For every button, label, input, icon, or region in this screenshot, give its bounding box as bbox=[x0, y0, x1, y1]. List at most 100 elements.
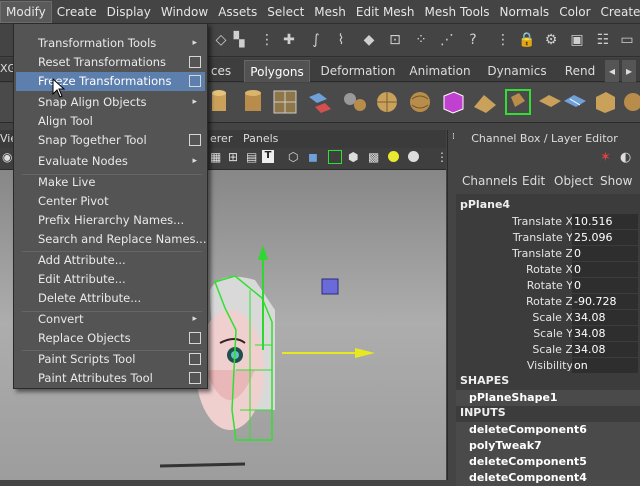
attr-row-translate-x[interactable]: Translate X 10.516 bbox=[456, 214, 640, 230]
attr-value-field[interactable]: on bbox=[572, 358, 638, 373]
menu-item-replace-objects[interactable]: Replace Objects bbox=[16, 329, 205, 348]
checker-icon[interactable]: ▩ bbox=[368, 150, 379, 164]
menu-color[interactable]: Color bbox=[554, 1, 595, 23]
attr-value-field[interactable]: 10.516 bbox=[572, 214, 638, 229]
attr-row-rotate-x[interactable]: Rotate X0 bbox=[456, 262, 640, 278]
attr-row-translate-y[interactable]: Translate Y 25.096 bbox=[456, 230, 640, 246]
resolution-gate-icon[interactable]: ▤ bbox=[246, 150, 257, 164]
menu-item-convert[interactable]: Convert ▸ bbox=[16, 310, 205, 329]
option-box-icon[interactable] bbox=[189, 372, 201, 384]
attr-row-scale-x[interactable]: Scale X 34.08 bbox=[456, 310, 640, 326]
attr-value-field[interactable]: 25.096 bbox=[572, 230, 638, 245]
menu-select[interactable]: Select bbox=[262, 1, 309, 23]
snap-curve-icon[interactable]: ∫ bbox=[305, 29, 327, 51]
tab-dynamics[interactable]: Dynamics bbox=[482, 60, 552, 82]
cube-purple-icon[interactable] bbox=[438, 87, 468, 117]
render-icon[interactable]: ⚙ bbox=[540, 29, 562, 51]
tab-polygons[interactable]: Polygons bbox=[244, 60, 310, 82]
menu-item-center-pivot[interactable]: Center Pivot bbox=[16, 192, 205, 211]
snap-grid-icon[interactable]: ✚ bbox=[278, 29, 300, 51]
renderer-menu[interactable]: erer bbox=[210, 132, 232, 145]
input-node[interactable]: deleteComponent6 bbox=[456, 422, 640, 438]
attr-value-field[interactable]: 0 bbox=[572, 262, 638, 277]
attr-value-field[interactable]: 34.08 bbox=[572, 326, 638, 341]
object-name[interactable]: pPlane4 bbox=[460, 198, 510, 211]
menu-item-add-attribute[interactable]: Add Attribute... bbox=[16, 251, 205, 270]
extrude-icon[interactable] bbox=[470, 87, 500, 117]
menu-display[interactable]: Display bbox=[102, 1, 156, 23]
menu-item-snap-together-tool[interactable]: Snap Together Tool bbox=[16, 131, 205, 150]
tab-animation[interactable]: Animation bbox=[405, 60, 475, 82]
menu-item-reset-transformations[interactable]: Reset Transformations bbox=[16, 53, 205, 72]
render-settings-icon[interactable]: ▣ bbox=[566, 29, 588, 51]
text-icon[interactable]: T bbox=[262, 150, 274, 163]
attr-value-field[interactable]: 0 bbox=[572, 278, 638, 293]
input-node[interactable]: deleteComponent5 bbox=[456, 454, 640, 470]
option-box-icon[interactable] bbox=[189, 56, 201, 68]
option-box-icon[interactable] bbox=[189, 332, 201, 344]
attr-row-translate-z[interactable]: Translate Z0 bbox=[456, 246, 640, 262]
snap-point-icon[interactable]: ⌇ bbox=[330, 29, 352, 51]
input-node[interactable]: deleteComponent4 bbox=[456, 470, 640, 486]
attr-value-field[interactable]: 34.08 bbox=[572, 310, 638, 325]
attr-row-scale-y[interactable]: Scale Y 34.08 bbox=[456, 326, 640, 342]
grid-icon[interactable]: ⊞ bbox=[228, 150, 238, 164]
poly-plane-icon[interactable] bbox=[270, 87, 300, 117]
split-icon[interactable] bbox=[560, 87, 590, 117]
snap-plane-icon[interactable]: ◆ bbox=[358, 29, 380, 51]
shadow-icon[interactable] bbox=[408, 151, 419, 162]
render-view-icon[interactable]: ☷ bbox=[592, 29, 614, 51]
menu-item-make-live[interactable]: Make Live bbox=[16, 173, 205, 192]
merge-icon[interactable] bbox=[618, 87, 640, 117]
menu-item-align-tool[interactable]: Align Tool bbox=[16, 112, 205, 131]
wireframe-on-shaded-icon[interactable] bbox=[328, 150, 342, 164]
attr-value-field[interactable]: 0 bbox=[572, 246, 638, 261]
panels-menu[interactable]: Panels bbox=[243, 132, 278, 145]
shape-node[interactable]: pPlaneShape1 bbox=[456, 390, 640, 406]
menu-item-prefix-hierarchy-names[interactable]: Prefix Hierarchy Names... bbox=[16, 211, 205, 230]
attr-row-rotate-z[interactable]: Rotate Z -90.728 bbox=[456, 294, 640, 310]
menu-item-search-and-replace-names[interactable]: Search and Replace Names... bbox=[16, 230, 207, 249]
menu-edit-mesh[interactable]: Edit Mesh bbox=[351, 1, 420, 23]
separator-handle-icon[interactable]: ⋮ bbox=[256, 29, 278, 51]
wire-shade-icon[interactable]: ⬡ bbox=[288, 150, 298, 164]
separate-icon[interactable] bbox=[340, 87, 370, 117]
menu-item-snap-align-objects[interactable]: Snap Align Objects ▸ bbox=[16, 93, 205, 112]
channel-menu-object[interactable]: Object bbox=[554, 174, 593, 188]
smooth-icon[interactable] bbox=[405, 87, 435, 117]
channel-menu-show[interactable]: Show bbox=[600, 174, 632, 188]
attr-row-scale-z[interactable]: Scale Z 34.08 bbox=[456, 342, 640, 358]
menu-assets[interactable]: Assets bbox=[213, 1, 262, 23]
smooth-shade-icon[interactable]: ◼ bbox=[308, 150, 318, 164]
attr-value-field[interactable]: 34.08 bbox=[572, 342, 638, 357]
bevel-icon[interactable] bbox=[590, 87, 620, 117]
menu-window[interactable]: Window bbox=[156, 1, 213, 23]
channel-menu-channels[interactable]: Channels bbox=[462, 174, 518, 188]
textured-icon[interactable]: ⬢ bbox=[348, 150, 358, 164]
menu-item-paint-attributes-tool[interactable]: Paint Attributes Tool bbox=[16, 369, 205, 388]
camera-icon[interactable]: ◉ bbox=[2, 150, 12, 164]
menu-normals[interactable]: Normals bbox=[495, 1, 555, 23]
poly-cylinder-icon[interactable] bbox=[205, 87, 235, 117]
menu-item-freeze-transformations[interactable]: Freeze Transformations bbox=[16, 72, 205, 91]
wireframe-icon[interactable]: ▦ bbox=[210, 150, 221, 164]
tab-rendering[interactable]: Rend bbox=[560, 60, 600, 82]
help-icon[interactable]: ? bbox=[462, 29, 484, 51]
tab-deformation[interactable]: Deformation bbox=[318, 60, 398, 82]
poly-cylinder-2-icon[interactable] bbox=[238, 87, 268, 117]
menu-item-transformation-tools[interactable]: Transformation Tools ▸ bbox=[16, 34, 205, 53]
select-icon[interactable]: ▚ bbox=[228, 29, 250, 51]
menu-item-edit-attribute[interactable]: Edit Attribute... bbox=[16, 270, 205, 289]
toggle-icon[interactable]: ◐ bbox=[620, 150, 631, 165]
menu-item-paint-scripts-tool[interactable]: Paint Scripts Tool bbox=[16, 350, 205, 369]
sphere-icon[interactable] bbox=[372, 87, 402, 117]
channel-menu-edit[interactable]: Edit bbox=[522, 174, 545, 188]
shelf-scroll-right-icon[interactable]: ▸ bbox=[622, 60, 636, 82]
option-box-icon[interactable] bbox=[189, 134, 201, 146]
axis-icon[interactable]: ✶ bbox=[600, 150, 611, 165]
attr-value-field[interactable]: -90.728 bbox=[572, 294, 638, 309]
lights-icon[interactable] bbox=[388, 151, 399, 162]
menu-item-evaluate-nodes[interactable]: Evaluate Nodes ▸ bbox=[16, 152, 205, 171]
history-icon[interactable]: ⋰ bbox=[436, 29, 458, 51]
input-node[interactable]: polyTweak7 bbox=[456, 438, 640, 454]
